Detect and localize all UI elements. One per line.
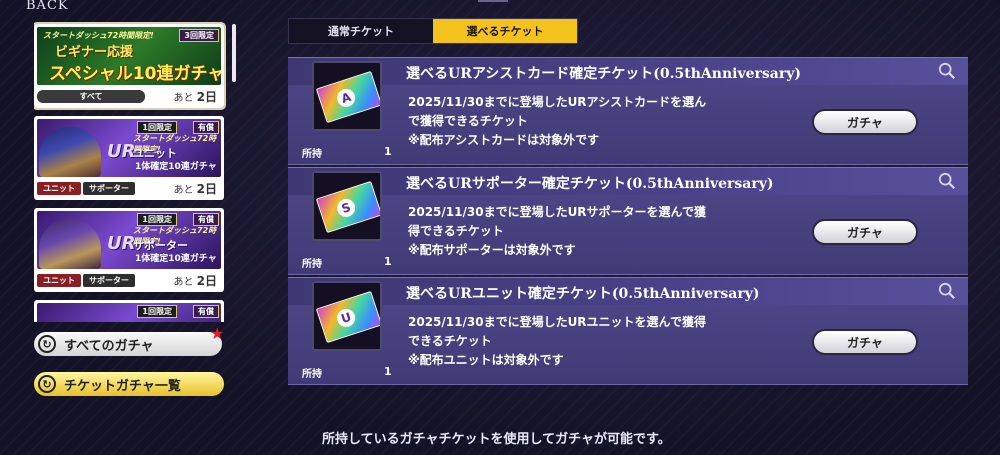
ticket-description: 2025/11/30までに登場したURユニットを選んで獲得 できるチケット ※配…	[408, 315, 706, 367]
character-art	[39, 127, 101, 177]
owned-label: 所持	[302, 259, 322, 270]
banner-ur-supporter-gacha[interactable]: 1回限定 有償 UR スタートダッシュ72時間限定! サポーター 1体確定10連…	[34, 208, 224, 292]
search-icon[interactable]	[938, 172, 956, 190]
banner-title-line2: スペシャル10連ガチャ	[49, 64, 221, 84]
banner-subtitle: スタートダッシュ72時間限定!	[43, 31, 154, 40]
ticket-letter: U	[334, 306, 358, 330]
banner-title-line1: ビギナー応援	[55, 45, 134, 60]
ticket-description: 2025/11/30までに登場したURアシストカードを選ん で獲得できるチケット…	[408, 95, 707, 147]
tab-selectable-ticket[interactable]: 選べるチケット	[433, 19, 577, 43]
banner-scrollbar[interactable]	[232, 24, 236, 82]
banner-ur-unit-gacha[interactable]: 1回限定 有償 UR スタートダッシュ72時間限定! ユニット 1体確定10連ガ…	[34, 116, 224, 200]
banner-partial[interactable]: 1回限定 有償	[34, 300, 224, 322]
limit-tag: 3回限定	[179, 29, 219, 42]
remaining-time: あと 2日	[173, 90, 217, 104]
owned-count: 1	[384, 365, 392, 378]
ticket-gacha-list-label: チケットガチャ一覧	[64, 378, 181, 394]
character-art	[39, 219, 101, 269]
ticket-panel-unit: 選べるURユニット確定チケット(0.5thAnniversary) 2025/1…	[288, 277, 968, 385]
ticket-header: 選べるURサポーター確定チケット(0.5thAnniversary)	[288, 167, 968, 195]
banner-art: 3回限定 スタートダッシュ72時間限定! ビギナー応援 スペシャル10連ガチャ	[37, 27, 221, 85]
all-gacha-label: すべてのガチャ	[64, 338, 154, 354]
ticket-type-tabs: 通常チケット 選べるチケット	[288, 18, 578, 44]
owned-label: 所持	[302, 149, 322, 160]
owned-label: 所持	[302, 369, 322, 380]
ticket-icon: S	[312, 171, 382, 241]
category-chip-supporter: サポーター	[83, 274, 135, 287]
star-badge-icon: ★	[210, 324, 225, 343]
ur-label: UR	[107, 141, 136, 162]
ticket-header: 選べるURアシストカード確定チケット(0.5thAnniversary)	[288, 57, 968, 85]
gacha-button[interactable]: ガチャ	[812, 329, 918, 355]
banner-art: 1回限定 有償 UR スタートダッシュ72時間限定! サポーター 1体確定10連…	[37, 211, 221, 269]
tab-normal-ticket[interactable]: 通常チケット	[289, 19, 433, 43]
ticket-gacha-list-button[interactable]: ↻ チケットガチャ一覧	[34, 372, 224, 396]
gacha-button[interactable]: ガチャ	[812, 219, 918, 245]
footer-note: 所持しているガチャチケットを使用してガチャが可能です。	[322, 432, 671, 447]
back-button[interactable]: BACK	[26, 0, 69, 13]
category-chip-unit: ユニット	[37, 274, 81, 287]
remaining-time: あと 2日	[173, 182, 217, 196]
all-gacha-button[interactable]: ↻ すべてのガチャ	[34, 332, 222, 356]
ticket-title: 選べるURユニット確定チケット(0.5thAnniversary)	[406, 286, 760, 302]
banner-detail: 1体確定10連ガチャ	[135, 162, 217, 172]
top-indicator	[478, 0, 508, 2]
ticket-description: 2025/11/30までに登場したURサポーターを選んで獲 得できるチケット ※…	[408, 205, 706, 257]
banner-art: 1回限定 有償	[37, 303, 221, 322]
ticket-icon: U	[312, 281, 382, 351]
search-icon[interactable]	[938, 62, 956, 80]
ticket-icon: A	[312, 61, 382, 131]
ticket-header: 選べるURユニット確定チケット(0.5thAnniversary)	[288, 277, 968, 305]
ticket-title: 選べるURサポーター確定チケット(0.5thAnniversary)	[406, 176, 774, 192]
paid-tag: 有償	[193, 305, 219, 318]
ticket-letter: S	[334, 196, 358, 220]
owned-count: 1	[384, 145, 392, 158]
category-chip: すべて	[37, 90, 145, 103]
ticket-letter: A	[334, 86, 358, 110]
owned-count: 1	[384, 255, 392, 268]
search-icon[interactable]	[938, 282, 956, 300]
category-chip-unit: ユニット	[37, 182, 81, 195]
gacha-button[interactable]: ガチャ	[812, 109, 918, 135]
gacha-banner-list[interactable]: 3回限定 スタートダッシュ72時間限定! ビギナー応援 スペシャル10連ガチャ …	[34, 22, 230, 322]
refresh-icon: ↻	[38, 375, 56, 393]
refresh-icon: ↻	[38, 335, 56, 353]
banner-beginner-gacha[interactable]: 3回限定 スタートダッシュ72時間限定! ビギナー応援 スペシャル10連ガチャ …	[34, 22, 226, 110]
ticket-title: 選べるURアシストカード確定チケット(0.5thAnniversary)	[406, 66, 801, 82]
banner-art: 1回限定 有償 UR スタートダッシュ72時間限定! ユニット 1体確定10連ガ…	[37, 119, 221, 177]
ur-label: UR	[107, 233, 136, 254]
limit-tag: 1回限定	[137, 305, 177, 318]
remaining-time: あと 2日	[173, 274, 217, 288]
banner-detail: 1体確定10連ガチャ	[135, 254, 217, 264]
ticket-panel-assist-card: 選べるURアシストカード確定チケット(0.5thAnniversary) 202…	[288, 57, 968, 165]
category-chip-supporter: サポーター	[83, 182, 135, 195]
ticket-panel-supporter: 選べるURサポーター確定チケット(0.5thAnniversary) 2025/…	[288, 167, 968, 275]
